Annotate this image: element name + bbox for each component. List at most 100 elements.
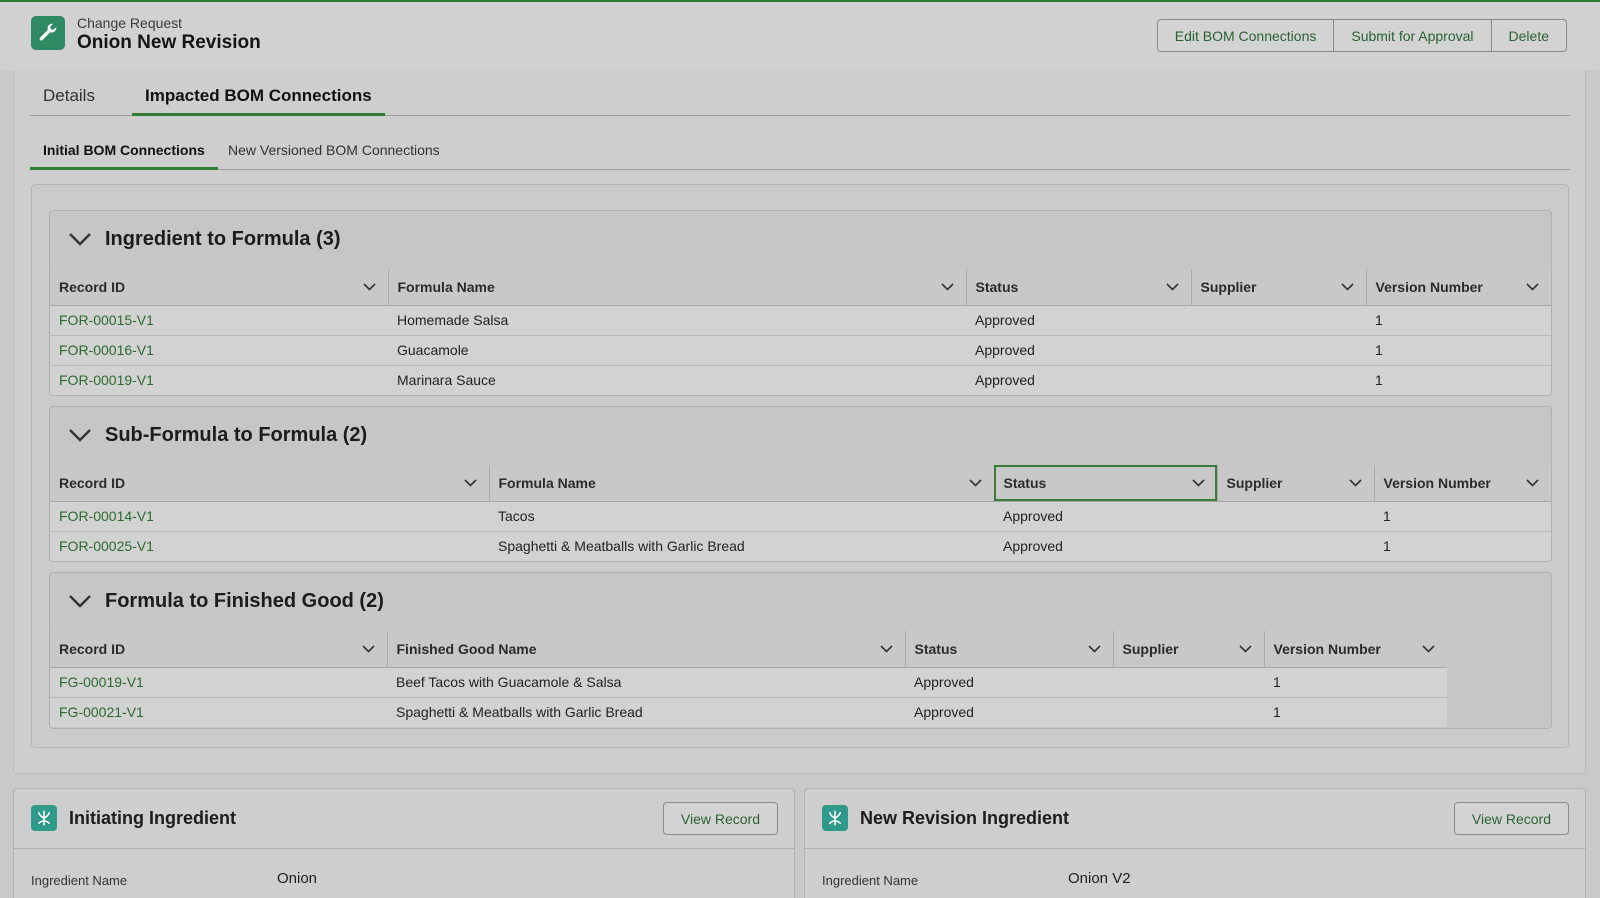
field-value: Onion [277,870,318,887]
formula-name: Homemade Salsa [388,305,966,336]
field-label: Ingredient Name [822,873,919,888]
chevron-down-icon[interactable] [1165,282,1179,291]
column-header-formula-name[interactable]: Formula Name [489,465,995,502]
chevron-down-icon[interactable] [1422,644,1435,653]
chevron-down-icon[interactable] [68,593,92,609]
ingredient-to-formula-section: Ingredient to Formula (3) Record ID Form… [49,210,1552,396]
ingredient-icon [822,805,848,831]
chevron-down-icon[interactable] [361,644,375,653]
field-value: Onion V2 [1068,870,1131,887]
version-number: 1 [1366,305,1551,336]
status: Approved [966,335,1191,366]
supplier [1113,697,1264,727]
finished-good-name: Beef Tacos with Guacamole & Salsa [387,667,905,698]
status: Approved [994,531,1217,561]
formula-name: Spaghetti & Meatballs with Garlic Bread [489,531,994,561]
section-header: Ingredient to Formula (3) [50,211,1551,269]
header-actions: Edit BOM Connections Submit for Approval… [1156,19,1567,52]
record-id-link[interactable]: FOR-00025-V1 [50,531,489,561]
column-header-status[interactable]: Status [994,465,1218,502]
section-title: Sub-Formula to Formula (2) [105,424,368,446]
chevron-down-icon[interactable] [362,282,376,291]
view-record-button[interactable]: View Record [1453,802,1569,835]
version-number: 1 [1264,697,1447,727]
section-header: Sub-Formula to Formula (2) [50,407,1551,465]
column-header-supplier[interactable]: Supplier [1113,631,1265,668]
version-number: 1 [1366,365,1551,395]
table-row: FG-00019-V1 Beef Tacos with Guacamole & … [50,667,1447,698]
column-header-status[interactable]: Status [905,631,1114,668]
record-title: Onion New Revision [77,32,261,53]
chevron-down-icon[interactable] [1526,478,1539,487]
version-number: 1 [1264,667,1447,698]
table-row: FOR-00014-V1 Tacos Approved 1 [50,501,1551,532]
supplier [1217,501,1374,532]
column-header-version-number[interactable]: Version Number [1264,631,1447,668]
column-header-supplier[interactable]: Supplier [1191,269,1367,306]
column-header-record-id[interactable]: Record ID [50,269,389,306]
chevron-down-icon[interactable] [68,427,92,443]
card-title: New Revision Ingredient [860,808,1070,828]
chevron-down-icon[interactable] [1526,282,1539,291]
chevron-down-icon[interactable] [968,478,982,487]
column-header-record-id[interactable]: Record ID [50,465,490,502]
table-row: FOR-00015-V1 Homemade Salsa Approved 1 [50,305,1551,336]
status: Approved [966,305,1191,336]
submit-for-approval-button[interactable]: Submit for Approval [1334,19,1492,52]
chevron-down-icon[interactable] [1340,282,1354,291]
status: Approved [905,697,1113,727]
new-revision-ingredient-card: New Revision Ingredient View Record Ingr… [804,788,1586,898]
tab-new-versioned-bom-connections[interactable]: New Versioned BOM Connections [215,142,453,170]
initiating-ingredient-card: Initiating Ingredient View Record Ingred… [13,788,795,898]
section-title: Ingredient to Formula (3) [105,228,341,250]
formula-name: Guacamole [388,335,966,366]
view-record-button[interactable]: View Record [662,802,778,835]
formula-name: Tacos [489,501,994,532]
column-header-version-number[interactable]: Version Number [1374,465,1551,502]
record-id-link[interactable]: FOR-00016-V1 [50,335,388,366]
chevron-down-icon[interactable] [1087,644,1101,653]
chevron-down-icon[interactable] [940,282,954,291]
supplier [1217,531,1374,561]
version-number: 1 [1374,501,1551,532]
tab-impacted-bom-connections[interactable]: Impacted BOM Connections [132,86,385,116]
chevron-down-icon[interactable] [879,644,893,653]
object-label: Change Request [77,15,183,31]
column-header-record-id[interactable]: Record ID [50,631,388,668]
column-header-version-number[interactable]: Version Number [1366,269,1551,306]
secondary-tabs: Initial BOM Connections New Versioned BO… [30,134,1570,170]
primary-tabs: Details Impacted BOM Connections [30,80,1570,116]
column-header-finished-good-name[interactable]: Finished Good Name [387,631,906,668]
table-row: FOR-00025-V1 Spaghetti & Meatballs with … [50,531,1551,561]
record-header: Change Request Onion New Revision Edit B… [0,2,1600,70]
version-number: 1 [1366,335,1551,366]
wrench-icon [31,16,65,50]
sub-formula-to-formula-table: Record ID Formula Name Status Supplier V… [50,465,1551,561]
record-id-link[interactable]: FOR-00014-V1 [50,501,489,532]
delete-button[interactable]: Delete [1491,19,1567,52]
column-header-status[interactable]: Status [966,269,1192,306]
record-id-link[interactable]: FOR-00019-V1 [50,365,388,395]
status: Approved [994,501,1217,532]
column-header-formula-name[interactable]: Formula Name [388,269,967,306]
table-row: FG-00021-V1 Spaghetti & Meatballs with G… [50,697,1447,727]
record-id-link[interactable]: FG-00021-V1 [50,697,387,727]
section-title: Formula to Finished Good (2) [105,590,384,612]
record-id-link[interactable]: FOR-00015-V1 [50,305,388,336]
column-header-supplier[interactable]: Supplier [1217,465,1375,502]
card-header: Initiating Ingredient View Record [14,789,794,849]
chevron-down-icon[interactable] [1238,644,1252,653]
chevron-down-icon[interactable] [1348,478,1362,487]
chevron-down-icon[interactable] [1191,478,1205,487]
chevron-down-icon[interactable] [463,478,477,487]
ingredient-icon [31,805,57,831]
chevron-down-icon[interactable] [68,231,92,247]
ingredient-to-formula-table: Record ID Formula Name Status Supplier V… [50,269,1551,395]
supplier [1191,365,1366,395]
record-id-link[interactable]: FG-00019-V1 [50,667,387,698]
edit-bom-connections-button[interactable]: Edit BOM Connections [1156,19,1335,52]
supplier [1191,305,1366,336]
tab-initial-bom-connections[interactable]: Initial BOM Connections [30,142,218,170]
card-header: New Revision Ingredient View Record [805,789,1585,849]
tab-details[interactable]: Details [30,86,108,116]
